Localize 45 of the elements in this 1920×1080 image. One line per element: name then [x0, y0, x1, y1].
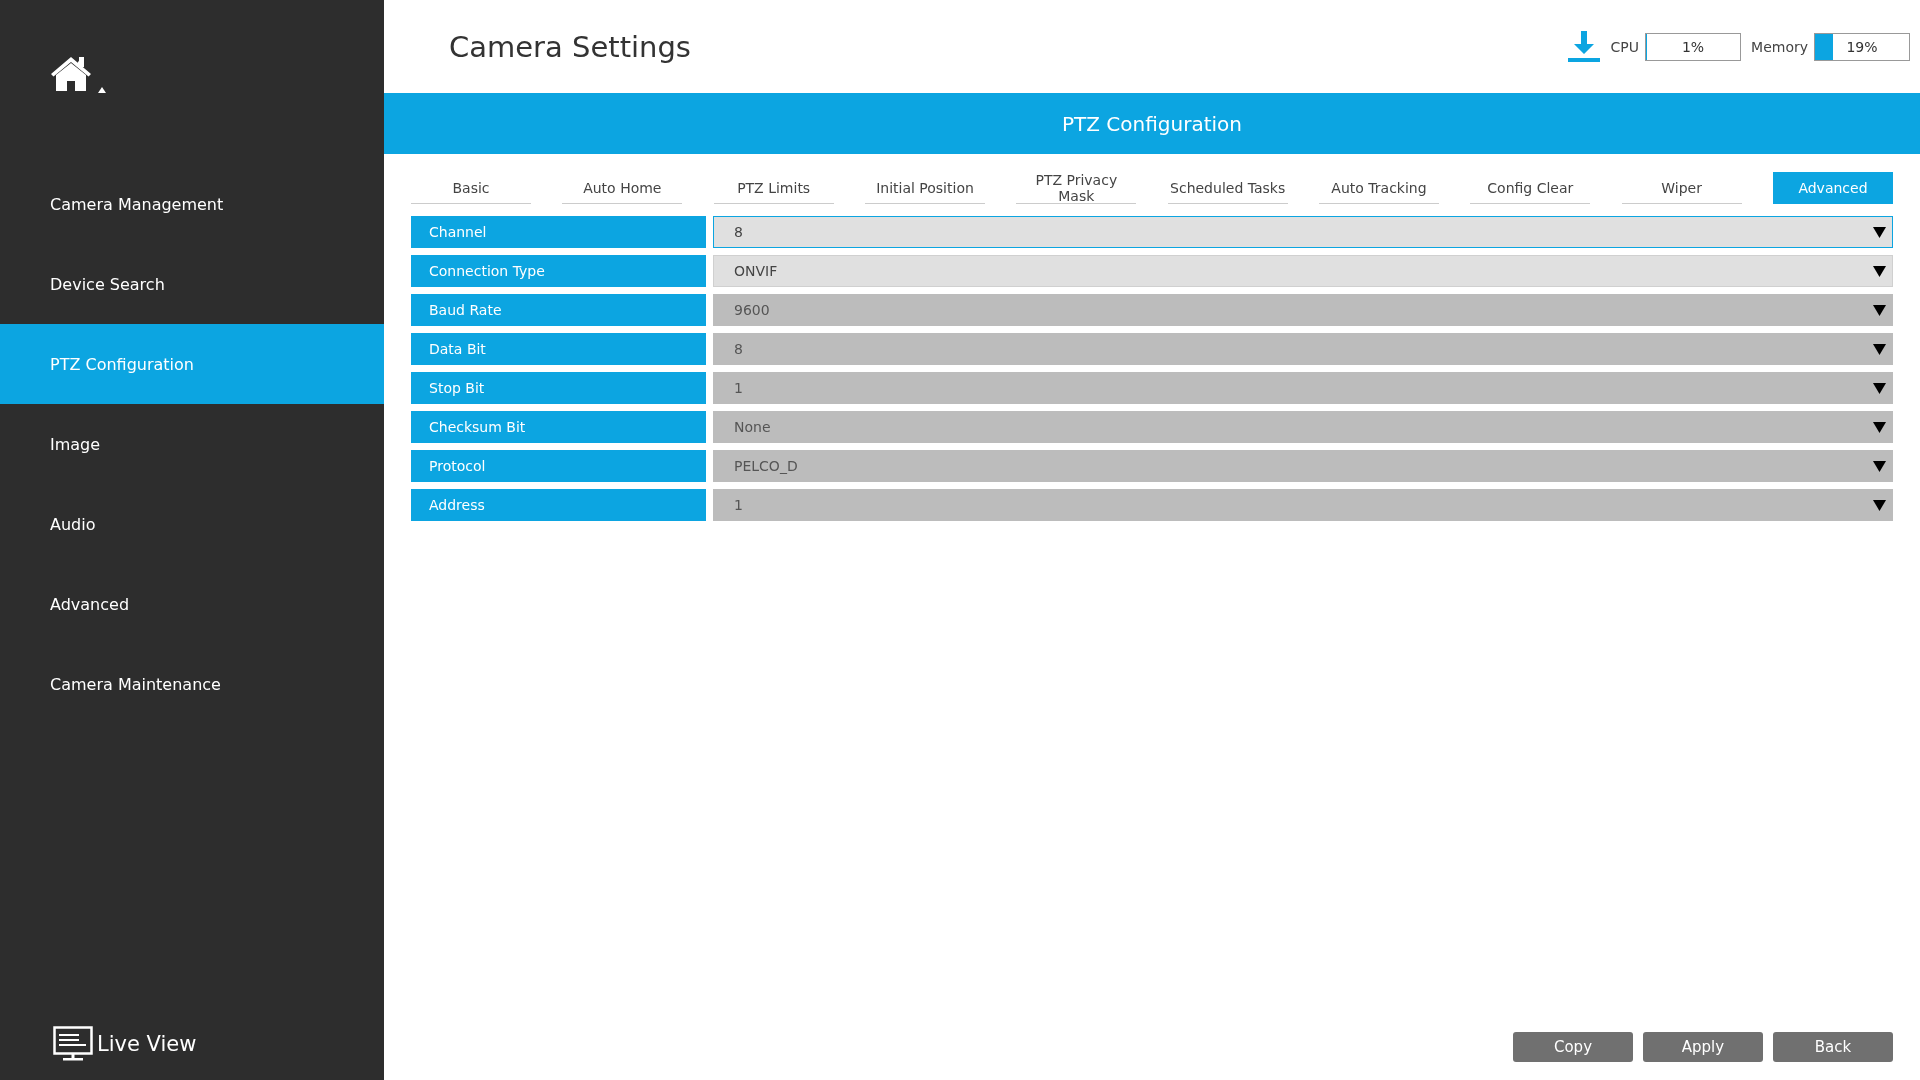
- live-view-link[interactable]: Live View: [97, 1032, 197, 1056]
- field-label: Channel: [411, 216, 706, 248]
- field-label: Baud Rate: [411, 294, 706, 326]
- field-label: Checksum Bit: [411, 411, 706, 443]
- monitor-icon[interactable]: [53, 1026, 93, 1062]
- dropdown[interactable]: ONVIF: [713, 255, 1893, 287]
- sidebar-item[interactable]: Audio: [0, 484, 384, 564]
- stat-label: Memory: [1751, 38, 1808, 55]
- caret-icon: [1873, 265, 1886, 277]
- sidebar-item[interactable]: Device Search: [0, 244, 384, 324]
- caret-icon: [1873, 343, 1886, 355]
- caret-icon: [1873, 304, 1886, 316]
- tab[interactable]: Config Clear: [1470, 172, 1591, 204]
- sidebar-item[interactable]: Advanced: [0, 564, 384, 644]
- tab[interactable]: Basic: [411, 172, 531, 204]
- tab[interactable]: Auto Tracking: [1318, 172, 1439, 204]
- field-label: Data Bit: [411, 333, 706, 365]
- caret-icon: [1873, 499, 1886, 511]
- sidebar-item[interactable]: Image: [0, 404, 384, 484]
- caret-icon: [1873, 382, 1886, 394]
- usage-reading: 1%: [1681, 38, 1705, 55]
- tab[interactable]: PTZ Limits: [713, 172, 834, 204]
- sidebar-item[interactable]: Camera Maintenance: [0, 644, 384, 724]
- caret-icon: [1873, 226, 1886, 238]
- caret-icon: [1873, 421, 1886, 433]
- dropdown[interactable]: 8: [713, 216, 1893, 248]
- caret-icon: [1873, 460, 1886, 472]
- page-title: Camera Settings: [449, 29, 692, 64]
- tab[interactable]: Initial Position: [865, 172, 985, 204]
- download-icon[interactable]: [1566, 30, 1601, 63]
- action-button[interactable]: Back: [1773, 1032, 1893, 1062]
- tab[interactable]: Auto Home: [562, 172, 683, 204]
- action-button[interactable]: Copy: [1513, 1032, 1633, 1062]
- action-button[interactable]: Apply: [1643, 1032, 1763, 1062]
- stat-label: CPU: [1610, 38, 1640, 55]
- usage-reading: 19%: [1846, 38, 1878, 55]
- field-label: Protocol: [411, 450, 706, 482]
- tab[interactable]: Wiper: [1621, 172, 1742, 204]
- sidebar-item[interactable]: Camera Management: [0, 164, 384, 244]
- field-label: Connection Type: [411, 255, 706, 287]
- field-label: Stop Bit: [411, 372, 706, 404]
- field-label: Address: [411, 489, 706, 521]
- tab[interactable]: PTZ Privacy Mask: [1016, 172, 1137, 204]
- tab[interactable]: Scheduled Tasks: [1167, 172, 1288, 204]
- section-header: PTZ Configuration: [384, 93, 1920, 154]
